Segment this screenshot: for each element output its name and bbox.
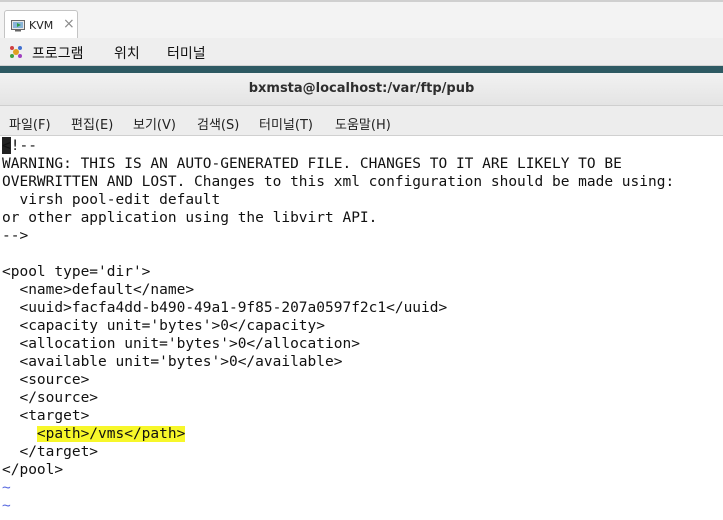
menu-file[interactable]: 파일(F) [9, 114, 51, 133]
terminal-line: or other application using the libvirt A… [2, 210, 378, 226]
terminal-output[interactable]: <!-- WARNING: THIS IS AN AUTO-GENERATED … [2, 137, 723, 520]
menu-search[interactable]: 검색(S) [197, 114, 239, 133]
terminal-line: OVERWRITTEN AND LOST. Changes to this xm… [2, 174, 675, 190]
terminal-line: <available unit='bytes'>0</available> [2, 354, 343, 370]
terminal-line: <name>default</name> [2, 282, 195, 298]
menu-terminal[interactable]: 터미널(T) [259, 114, 313, 133]
terminal-line: </target> [2, 444, 99, 460]
terminal-line: </source> [2, 390, 99, 406]
terminal-line: <capacity unit='bytes'>0</capacity> [2, 318, 326, 334]
terminal-line: <pool type='dir'> [2, 264, 151, 280]
terminal-line: WARNING: THIS IS AN AUTO-GENERATED FILE.… [2, 156, 622, 172]
terminal-line: <target> [2, 408, 90, 424]
terminal-line: <source> [2, 372, 90, 388]
menu-help[interactable]: 도움말(H) [335, 114, 391, 133]
highlighted-path: <path>/vms</path> [36, 426, 186, 442]
vm-icon [11, 20, 25, 32]
terminal-line: <uuid>facfa4dd-b490-49a1-9f85-207a0597f2… [2, 300, 448, 316]
menu-edit[interactable]: 편집(E) [71, 114, 113, 133]
programs-menu[interactable]: 프로그램 [32, 43, 84, 63]
vm-tab-kvm[interactable]: KVM × [4, 10, 78, 40]
terminal-line: virsh pool-edit default [2, 192, 221, 208]
desktop-background [0, 66, 723, 73]
terminal-menubar: 파일(F) 편집(E) 보기(V) 검색(S) 터미널(T) 도움말(H) [0, 106, 723, 136]
terminal-titlebar[interactable]: bxmsta@localhost:/var/ftp/pub [0, 73, 723, 106]
close-icon[interactable]: × [63, 16, 75, 32]
gnome-top-menu: 프로그램 위치 터미널 [0, 38, 723, 66]
empty-line-marker: ~ [2, 498, 11, 514]
applications-icon [10, 46, 22, 58]
vm-tab-label: KVM [29, 19, 54, 32]
terminal-line: <allocation unit='bytes'>0</allocation> [2, 336, 360, 352]
terminal-line: <!-- [2, 138, 37, 154]
places-menu[interactable]: 위치 [114, 43, 140, 63]
menu-view[interactable]: 보기(V) [133, 114, 176, 133]
vm-tab-bar: KVM × [0, 0, 723, 40]
empty-line-marker: ~ [2, 480, 11, 496]
terminal-line: </pool> [2, 462, 64, 478]
window-title: bxmsta@localhost:/var/ftp/pub [248, 81, 475, 96]
terminal-app-menu[interactable]: 터미널 [167, 43, 206, 63]
terminal-line-highlighted-path: <path>/vms</path> [2, 425, 186, 443]
terminal-line: --> [2, 228, 29, 244]
